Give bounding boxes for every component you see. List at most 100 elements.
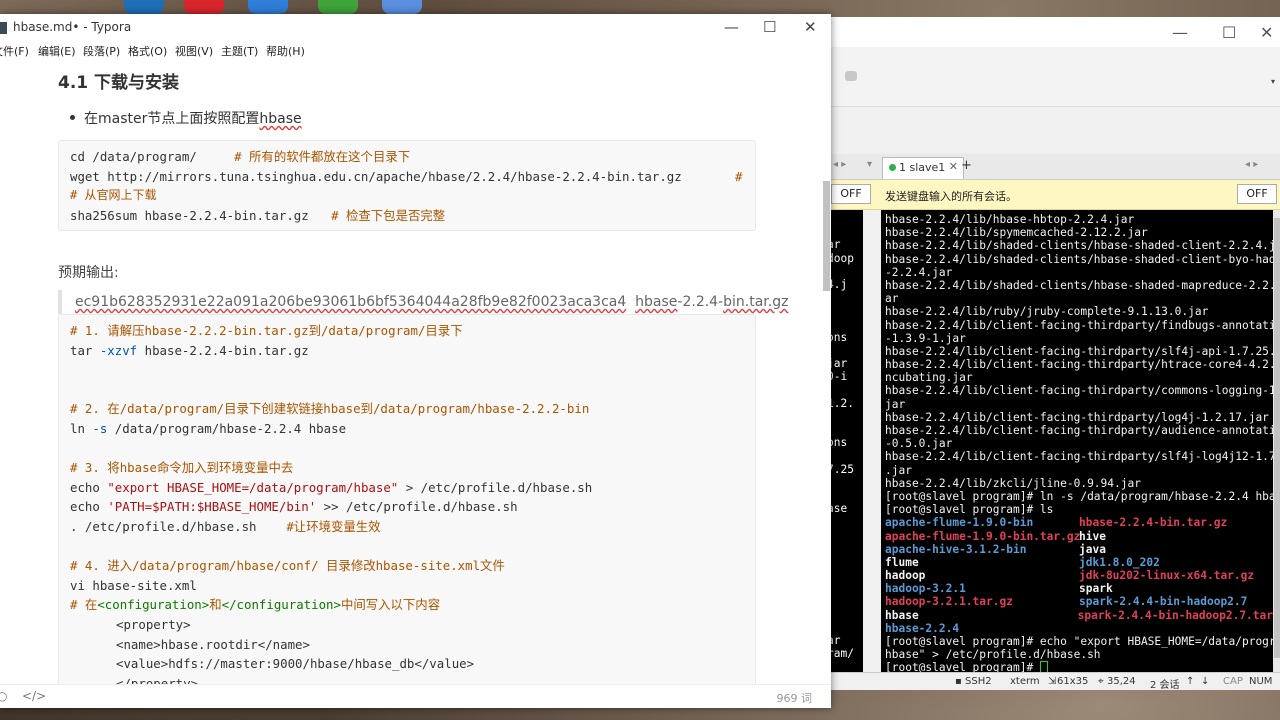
tab-scroll-left-icon[interactable]: ◂ ▸ [833,159,846,170]
code-comment: # [735,168,743,184]
close-icon[interactable]: ✕ [804,18,817,36]
typora-app-icon [0,22,7,34]
menu-bar: 文件(F) 编辑(E) 段落(P) 格式(O) 视图(V) 主题(T) 帮助(H… [0,41,831,61]
terminal-line-fragment [827,291,863,304]
status-cursor-position: 35,24 [1107,676,1136,687]
code-tag: </configuration> [221,597,341,613]
checksum-file-a: hbase [635,294,678,310]
chevron-down-icon[interactable]: ▾ [867,159,872,170]
code-text: tar [70,342,100,358]
close-icon[interactable]: ✕ [1260,23,1273,42]
typora-titlebar: hbase.md• - Typora — ☐ ✕ [0,14,831,41]
document-scrollbar[interactable] [822,61,831,684]
maximize-icon[interactable]: ☐ [1222,23,1236,42]
status-protocol: SSH2 [965,676,992,687]
ls-row: apache-flume-1.9.0-bin hbase-2.2.4-bin.ta… [885,516,1273,529]
minimize-icon[interactable]: — [724,18,739,36]
terminal-line: -0.5.0.jar [885,437,953,451]
maximize-icon[interactable]: ☐ [763,18,776,36]
source-code-mode-icon[interactable]: </> [22,689,46,703]
pane-divider [863,210,881,672]
code-comment: # 在 [70,597,98,613]
code-text: vi hbase-site.xml [70,577,197,593]
connected-status-icon [889,164,896,171]
terminal-line-fragment: ar [827,238,841,252]
arrow-down-icon[interactable]: ↓ [1201,676,1209,687]
code-line: ln -s /data/program/hbase-2.2.4 hbase [70,419,755,439]
terminal-line: .jar [885,463,912,477]
terminal-line-fragment: ons [827,436,848,450]
menu-theme[interactable]: 主题(T) [221,43,258,59]
status-num: NUM [1249,676,1273,687]
taskbar-app-icon[interactable] [318,0,358,14]
code-text: /data/program/hbase-2.2.4 hbase [107,420,347,436]
code-flag: -xzvf [99,342,138,358]
tab-label: 1 slave1 [899,161,946,174]
terminal-output[interactable]: hbase-2.2.4/lib/hbase-hbtop-2.2.4.jar hba… [881,210,1273,672]
code-comment: # 4. 进入/data/program/hbase/conf/ 目录修改hba… [70,558,505,574]
code-block-download[interactable]: cd /data/program/ # 所有的软件都放在这个目录下 wget h… [58,140,756,231]
terminal-line: hbase-2.2.4/lib/client-facing-thirdparty… [885,384,1273,398]
arrow-up-icon[interactable]: ↑ [1186,676,1194,687]
terminal-line-fragment [827,383,863,396]
terminal-line-fragment: ar [827,634,841,647]
menu-format[interactable]: 格式(O) [128,43,167,59]
ls-entry: jdk1.8.0_202 [1079,555,1160,569]
code-flag: -s [92,420,108,436]
code-text: echo [70,499,108,515]
close-icon[interactable]: ✕ [949,160,958,173]
ls-entry: spark-2.4.4-bin-hadoop2.7 [1079,595,1248,609]
typora-footer: ○ </> 969 词 [0,684,831,708]
taskbar-app-icon[interactable] [248,0,288,14]
ls-row: hadoop-3.2.1 spark [885,582,1273,595]
chat-icon[interactable] [845,71,857,81]
ls-entry: spark-2.4.4-bin-hadoop2.7.tar [1077,608,1273,622]
document-editor[interactable]: 4.1 下载与安装 在master节点上面按照配置hbase cd /data/… [0,61,822,684]
terminal-line-fragment [827,581,863,594]
taskbar-app-icon[interactable] [382,0,422,14]
tab-scroll-icon[interactable]: ◂ ▸ [1245,159,1258,170]
terminal-line-fragment [827,212,863,225]
terminal-line: hbase-2.2.4/lib/shaded-clients/hbase-sha… [885,239,1273,253]
code-text: . /etc/profile.d/hbase.sh [70,518,287,534]
terminal-line: hbase" > /etc/profile.d/hbase.sh [885,648,1101,662]
terminal-line-fragment [827,410,863,423]
word-count[interactable]: 969 词 [777,690,813,706]
menu-edit[interactable]: 编辑(E) [38,43,76,59]
terminal-line: [root@slavel program]# ls [885,503,1054,517]
scrollbar-thumb[interactable] [1274,218,1280,658]
menu-help[interactable]: 帮助(H) [266,43,305,59]
lock-icon: ▪ [955,676,962,687]
code-string: "export HBASE_HOME=/data/program/hbase" [107,479,399,495]
left-terminal-pane[interactable]: ar doop 4.j ons jar 0-i 1.2. ons 7.25 ase ar ram/ [827,210,863,672]
outline-toggle-icon[interactable]: ○ [0,689,7,703]
off-button-left[interactable]: OFF [831,184,871,204]
status-terminal-type: xterm [1010,676,1040,687]
code-line: . /etc/profile.d/hbase.sh #让环境变量生效 [70,517,755,537]
terminal-line-fragment: jar [827,357,848,371]
menu-paragraph[interactable]: 段落(P) [83,43,120,59]
code-block-install[interactable]: # 1. 请解压hbase-2.2.2-bin.tar.gz到/data/pro… [58,314,756,684]
ls-entry: jdk-8u202-linux-x64.tar.gz [1079,569,1255,583]
menu-view[interactable]: 视图(V) [175,43,213,59]
terminal-prompt: [root@slavel program]# [885,661,1040,672]
chevron-down-icon[interactable]: ▾ [1271,77,1275,86]
tab-slave1[interactable]: 1 slave1 ✕ [882,157,964,179]
checksum-value: ec91b628352931e22a091a206be93061b6bf5364… [75,294,627,310]
menu-file[interactable]: 文件(F) [0,43,29,59]
scrollbar-thumb[interactable] [823,181,830,291]
taskbar-app-icon[interactable] [124,0,164,14]
taskbar-app-icon[interactable] [184,0,224,14]
terminal-line-fragment [827,555,863,568]
code-line: vi hbase-site.xml [70,576,755,596]
ls-entry: flume [885,555,919,569]
add-tab-icon[interactable]: + [961,158,972,173]
code-line: cd /data/program/ # 所有的软件都放在这个目录下 [70,147,755,167]
minimize-icon[interactable]: — [1172,23,1188,42]
terminal-scrollbar[interactable] [1273,210,1280,672]
off-button[interactable]: OFF [1237,184,1277,204]
terminal-line-fragment [827,660,863,672]
code-comment: # 从官网上下载 [70,188,157,203]
